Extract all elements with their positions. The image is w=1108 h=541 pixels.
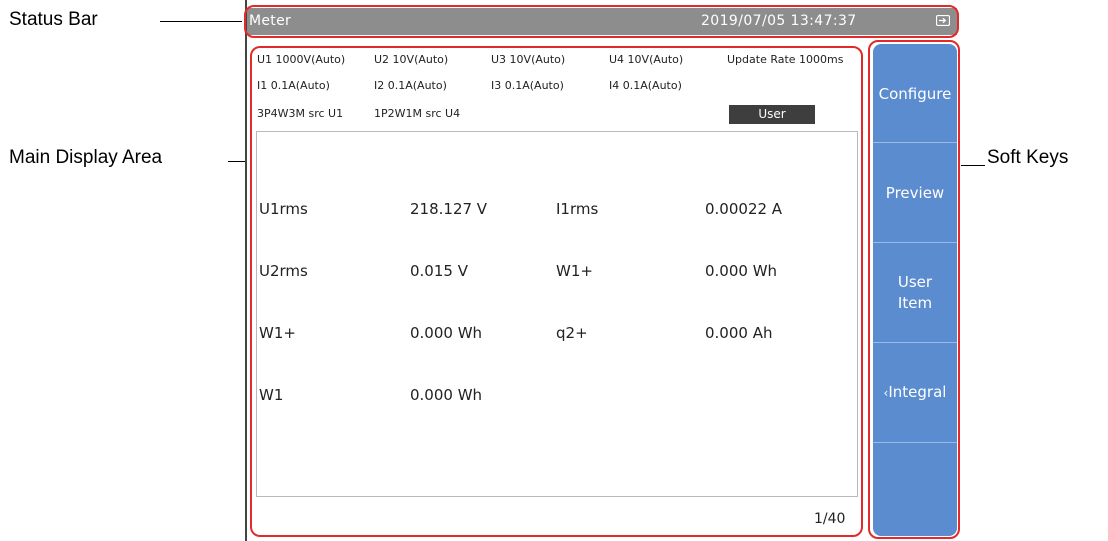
status-title: Meter	[249, 13, 292, 29]
wiring-group-2: 1P2W1M src U4	[374, 107, 461, 120]
user-item-label-line1: User	[897, 273, 933, 291]
measure-name: W1+	[556, 262, 593, 280]
status-datetime: 2019/07/05 13:47:37	[701, 13, 857, 29]
measure-value: 0.000 Ah	[705, 324, 773, 342]
measure-name: q2+	[556, 324, 588, 342]
measure-value: 0.000 Wh	[410, 386, 483, 404]
input-plug-icon	[936, 15, 950, 26]
status-bar-callout: Status Bar	[9, 9, 98, 30]
measure-value: 0.000 Wh	[410, 324, 483, 342]
range-i4: I4 0.1A(Auto)	[609, 79, 682, 92]
status-bar: Meter 2019/07/05 13:47:37	[247, 8, 957, 35]
range-i2: I2 0.1A(Auto)	[374, 79, 447, 92]
range-u3: U3 10V(Auto)	[491, 53, 566, 66]
user-item-button[interactable]: User Item	[873, 243, 957, 343]
soft-keys-callout: Soft Keys	[987, 147, 1069, 168]
preview-button[interactable]: Preview	[873, 143, 957, 243]
range-i1: I1 0.1A(Auto)	[257, 79, 330, 92]
measure-value: 0.00022 A	[705, 200, 783, 218]
configure-button[interactable]: Configure	[873, 44, 957, 144]
wiring-group-1: 3P4W3M src U1	[257, 107, 344, 120]
range-u1: U1 1000V(Auto)	[257, 53, 346, 66]
measure-name: W1+	[259, 324, 296, 342]
main-display-callout: Main Display Area	[9, 147, 163, 168]
page-indicator: 1/40	[814, 511, 846, 527]
configure-label: Configure	[878, 84, 952, 103]
measure-name: U2rms	[259, 262, 308, 280]
measure-value: 218.127 V	[410, 200, 488, 218]
measure-value: 0.015 V	[410, 262, 468, 280]
soft-keys-leader	[957, 165, 985, 166]
status-bar-leader	[160, 21, 242, 22]
mode-badge: User	[729, 105, 815, 124]
integral-button[interactable]: ‹Integral	[873, 343, 957, 443]
empty-softkey[interactable]	[873, 443, 957, 536]
user-item-label-line2: Item	[897, 294, 933, 312]
preview-label: Preview	[885, 183, 945, 202]
measure-name: U1rms	[259, 200, 308, 218]
measure-value: 0.000 Wh	[705, 262, 778, 280]
integral-label: ‹Integral	[884, 382, 947, 404]
integral-text: Integral	[888, 383, 947, 401]
range-u4: U4 10V(Auto)	[609, 53, 684, 66]
main-display-area	[256, 131, 858, 497]
update-rate: Update Rate 1000ms	[727, 53, 844, 66]
measure-name: W1	[259, 386, 284, 404]
measure-name: I1rms	[556, 200, 599, 218]
range-i3: I3 0.1A(Auto)	[491, 79, 564, 92]
range-u2: U2 10V(Auto)	[374, 53, 449, 66]
soft-keys-panel: Configure Preview User Item ‹Integral	[873, 44, 957, 536]
screen-frame	[245, 0, 247, 541]
